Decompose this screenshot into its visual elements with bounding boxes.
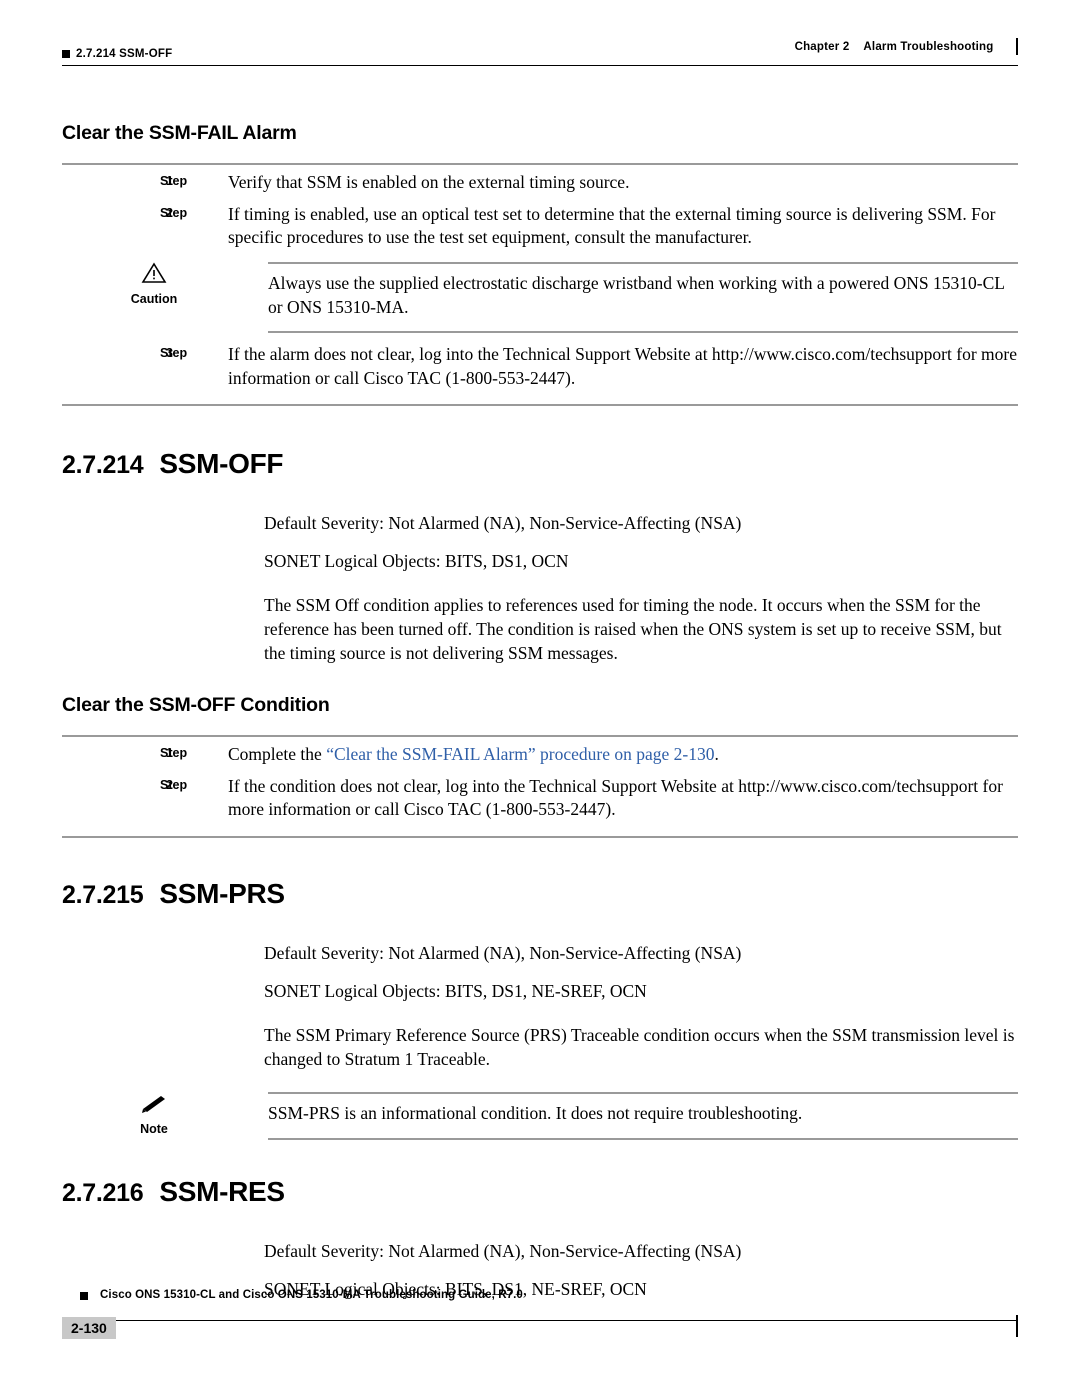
- section-number-ssm-res: 2.7.216: [62, 1178, 144, 1207]
- step-text: Verify that SSM is enabled on the extern…: [228, 172, 630, 192]
- procedure-clear-ssm-fail: Step 1 Verify that SSM is enabled on the…: [62, 163, 1018, 407]
- section-title-ssm-res: SSM-RES: [159, 1175, 285, 1207]
- header-divider: [62, 65, 1018, 66]
- section-number-ssm-off: 2.7.214: [62, 451, 144, 480]
- ssm-prs-severity: Default Severity: Not Alarmed (NA), Non-…: [264, 943, 742, 964]
- step-text-prefix: Complete the: [228, 744, 327, 765]
- heading-ssm-off: 2.7.214 SSM-OFF: [62, 448, 1018, 480]
- ssm-prs-description: The SSM Primary Reference Source (PRS) T…: [264, 1025, 1015, 1069]
- step-text: If timing is enabled, use an optical tes…: [228, 203, 996, 248]
- caution-label: Caution: [130, 291, 178, 306]
- page-content: Clear the SSM-FAIL Alarm Step 1 Verify t…: [62, 122, 1018, 1302]
- footer-rule-bar-icon: [1015, 1315, 1018, 1337]
- ssm-res-severity: Default Severity: Not Alarmed (NA), Non-…: [264, 1240, 742, 1261]
- step-number: 2: [166, 205, 173, 220]
- ssm-off-severity: Default Severity: Not Alarmed (NA), Non-…: [264, 513, 742, 534]
- header-chapter-title: Alarm Troubleshooting: [863, 40, 994, 53]
- ssm-off-description: The SSM Off condition applies to referen…: [264, 595, 1002, 664]
- heading-ssm-prs: 2.7.215 SSM-PRS: [62, 878, 1018, 910]
- step-number: 1: [166, 174, 173, 188]
- procedure-clear-ssm-off: Step 1 Complete the “Clear the SSM-FAIL …: [62, 735, 1018, 839]
- header-rule-bar-icon: [1015, 38, 1018, 55]
- page-footer: Cisco ONS 15310-CL and Cisco ONS 15310-M…: [62, 1289, 1018, 1357]
- header-right-label: Chapter 2 Alarm Troubleshooting: [795, 38, 1018, 55]
- caution-gutter: Caution: [62, 262, 228, 306]
- heading-clear-ssm-off-condition: Clear the SSM-OFF Condition: [62, 694, 330, 717]
- heading-ssm-res: 2.7.216 SSM-RES: [62, 1176, 1018, 1208]
- footer-bullet-square-icon: [80, 1292, 88, 1300]
- section-number-ssm-prs: 2.7.215: [62, 881, 144, 910]
- step-label: Step: [160, 777, 188, 792]
- step-row: Step 3 If the alarm does not clear, log …: [62, 333, 1018, 392]
- step-row: Step 1 Complete the “Clear the SSM-FAIL …: [62, 737, 1018, 769]
- caution-body: Always use the supplied electrostatic di…: [228, 261, 1018, 334]
- page-number-badge: 2-130: [62, 1317, 116, 1339]
- caution-block: Caution Always use the supplied electros…: [62, 261, 1018, 334]
- step-text-suffix: .: [714, 744, 719, 765]
- cross-reference-link[interactable]: “Clear the SSM-FAIL Alarm” procedure on …: [326, 744, 714, 764]
- note-text: SSM-PRS is an informational condition. I…: [268, 1102, 803, 1123]
- caution-text: Always use the supplied electrostatic di…: [268, 272, 1005, 317]
- ssm-prs-objects: SONET Logical Objects: BITS, DS1, NE-SRE…: [264, 981, 647, 1002]
- step-label: Step: [160, 746, 188, 761]
- bullet-square-icon: [62, 50, 70, 58]
- step-number: 2: [166, 777, 173, 792]
- caution-bottom-rule: [268, 331, 1018, 334]
- note-block: Note SSM-PRS is an informational conditi…: [62, 1091, 1018, 1140]
- caution-triangle-icon: [80, 262, 228, 288]
- step-row: Step 1 Verify that SSM is enabled on the…: [62, 165, 1018, 197]
- step-label: Step: [160, 346, 188, 361]
- step-number: 1: [166, 746, 173, 761]
- header-chapter-number: Chapter 2: [794, 40, 850, 53]
- heading-clear-ssm-fail: Clear the SSM-FAIL Alarm: [62, 122, 297, 144]
- document-page: 2.7.214 SSM-OFF Chapter 2 Alarm Troubles…: [0, 0, 1080, 1397]
- note-bottom-rule: [268, 1137, 1018, 1140]
- procedure-bottom-rule: [62, 836, 1018, 839]
- procedure-bottom-rule: [62, 404, 1018, 407]
- note-body: SSM-PRS is an informational condition. I…: [228, 1091, 1018, 1140]
- header-section-label: 2.7.214 SSM-OFF: [76, 48, 173, 60]
- step-label: Step: [160, 174, 188, 188]
- header-left-label: 2.7.214 SSM-OFF: [62, 48, 172, 60]
- step-text: Complete the “Clear the SSM-FAIL Alarm” …: [188, 743, 1018, 767]
- note-gutter: Note: [62, 1092, 228, 1136]
- note-label: Note: [140, 1121, 168, 1136]
- note-pencil-icon: [80, 1092, 228, 1118]
- step-row: Step 2 If the condition does not clear, …: [62, 769, 1018, 824]
- section-title-ssm-prs: SSM-PRS: [159, 878, 285, 910]
- step-label: Step: [160, 205, 188, 220]
- step-text: If the condition does not clear, log int…: [228, 775, 1003, 820]
- step-number: 3: [166, 346, 173, 361]
- ssm-off-objects: SONET Logical Objects: BITS, DS1, OCN: [264, 551, 569, 572]
- page-header: 2.7.214 SSM-OFF Chapter 2 Alarm Troubles…: [62, 34, 1018, 64]
- footer-title: Cisco ONS 15310-CL and Cisco ONS 15310-M…: [100, 1289, 523, 1301]
- step-text: If the alarm does not clear, log into th…: [228, 344, 1017, 388]
- step-row: Step 2 If timing is enabled, use an opti…: [62, 197, 1018, 252]
- section-title-ssm-off: SSM-OFF: [159, 448, 284, 480]
